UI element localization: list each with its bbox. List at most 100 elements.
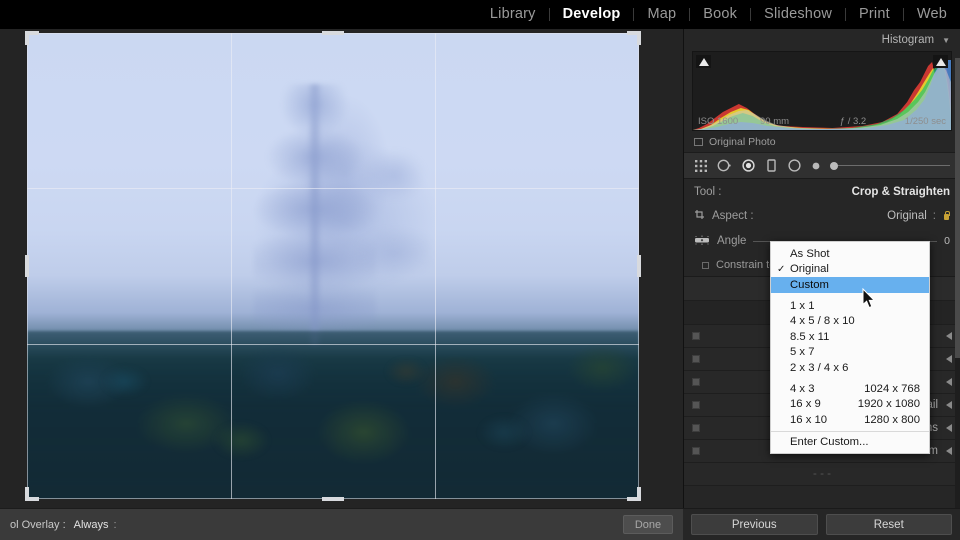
menu-item-label: Enter Custom... <box>790 436 869 449</box>
crop-handle-left-middle[interactable] <box>25 255 29 277</box>
crop-handle-bottom-left[interactable] <box>25 487 29 501</box>
menu-item-enter-custom[interactable]: Enter Custom... <box>771 435 929 451</box>
radial-filter-icon[interactable] <box>787 158 802 173</box>
tool-size-slider[interactable] <box>830 162 950 170</box>
menu-item-label: 16 x 10 <box>790 413 828 426</box>
chevron-left-icon[interactable] <box>946 355 952 363</box>
tool-row: Tool : Crop & Straighten <box>684 179 960 204</box>
tool-value[interactable]: Crop & Straighten <box>852 186 950 198</box>
panel-section[interactable]: - - - <box>684 463 960 486</box>
bottom-right-buttons: Previous Reset <box>683 508 960 540</box>
panel-switch-icon[interactable] <box>692 401 700 409</box>
panel-switch-icon[interactable] <box>692 378 700 386</box>
menu-item-label: 2 x 3 / 4 x 6 <box>790 361 849 374</box>
previous-button[interactable]: Previous <box>691 514 818 535</box>
module-web[interactable]: Web <box>904 0 960 29</box>
menu-item-dimensions: 1920 x 1080 <box>857 398 920 411</box>
module-book[interactable]: Book <box>690 0 750 29</box>
menu-item-label: Custom <box>790 278 829 291</box>
tool-strip <box>684 153 960 179</box>
angle-value[interactable]: 0 <box>944 235 950 247</box>
crop-handle-top-center[interactable] <box>322 31 344 35</box>
exif-shutter-speed: 1/250 sec <box>904 115 946 127</box>
chevron-left-icon[interactable] <box>946 378 952 386</box>
redeye-tool-icon[interactable] <box>741 158 756 173</box>
aspect-icon <box>694 209 706 224</box>
check-icon: ✓ <box>777 263 786 275</box>
module-print[interactable]: Print <box>846 0 903 29</box>
tool-overlay-value[interactable]: Always <box>74 519 109 531</box>
level-icon <box>694 234 710 249</box>
reset-button[interactable]: Reset <box>825 514 952 535</box>
panel-switch-icon[interactable] <box>692 424 700 432</box>
tree-subject-secondary <box>357 135 431 332</box>
chevron-left-icon[interactable] <box>946 424 952 432</box>
menu-separator <box>771 430 929 432</box>
menu-item-label: 1 x 1 <box>790 299 815 312</box>
module-map[interactable]: Map <box>634 0 689 29</box>
menu-item-label: 8.5 x 11 <box>790 330 830 343</box>
graduated-filter-icon[interactable] <box>765 158 778 173</box>
crop-handle-top-right[interactable] <box>637 31 641 45</box>
chevron-left-icon[interactable] <box>946 332 952 340</box>
photo-preview <box>27 33 639 499</box>
aspect-value[interactable]: Original <box>887 210 927 222</box>
menu-item-4x5-8x10[interactable]: 4 x 5 / 8 x 10 <box>771 313 929 329</box>
menu-item-5x7[interactable]: 5 x 7 <box>771 345 929 361</box>
menu-item-16x9[interactable]: 16 x 9 1920 x 1080 <box>771 396 929 412</box>
exif-focal-length: 90 mm <box>760 115 790 127</box>
module-develop[interactable]: Develop <box>550 0 634 29</box>
panel-switch-icon[interactable] <box>692 355 700 363</box>
histogram-title: Histogram <box>881 34 935 46</box>
checkbox-icon[interactable] <box>702 261 709 269</box>
adjustment-brush-icon[interactable] <box>811 161 821 171</box>
menu-item-2x3-4x6[interactable]: 2 x 3 / 4 x 6 <box>771 360 929 376</box>
menu-item-4x3[interactable]: 4 x 3 1024 x 768 <box>771 381 929 397</box>
crop-overlay-area[interactable] <box>25 31 641 501</box>
panel-switch-icon[interactable] <box>692 447 700 455</box>
spot-removal-icon[interactable] <box>717 158 732 173</box>
exif-readout: ISO 1600 90 mm ƒ / 3.2 1/250 sec <box>693 114 951 128</box>
crop-handle-bottom-right[interactable] <box>637 487 641 501</box>
tool-label: Tool : <box>694 185 722 198</box>
crop-handle-right-middle[interactable] <box>637 255 641 277</box>
menu-item-16x10[interactable]: 16 x 10 1280 x 800 <box>771 412 929 428</box>
menu-item-custom[interactable]: Custom <box>771 277 929 293</box>
panel-switch-icon[interactable] <box>692 332 700 340</box>
chevron-down-icon[interactable]: ▼ <box>942 36 950 45</box>
menu-item-1x1[interactable]: 1 x 1 <box>771 298 929 314</box>
done-button[interactable]: Done <box>623 515 673 534</box>
menu-item-label: 5 x 7 <box>790 346 815 359</box>
highlight-clipping-indicator[interactable] <box>933 55 948 68</box>
crop-tool-icon[interactable] <box>694 159 708 173</box>
chevron-left-icon[interactable] <box>946 447 952 455</box>
module-library[interactable]: Library <box>477 0 549 29</box>
aspect-dropdown-menu[interactable]: As Shot ✓ Original Custom 1 x 1 4 x 5 / … <box>770 241 930 455</box>
exif-iso: ISO 1600 <box>698 115 739 127</box>
slider-knob[interactable] <box>830 162 838 170</box>
menu-item-label: 16 x 9 <box>790 398 821 411</box>
shadow-clipping-indicator[interactable] <box>696 55 711 68</box>
lightroom-window: Library Develop Map Book Slideshow Print… <box>0 0 960 540</box>
original-photo-toggle[interactable]: Original Photo <box>684 131 960 153</box>
mouse-cursor-icon <box>862 288 876 309</box>
module-slideshow[interactable]: Slideshow <box>751 0 845 29</box>
crop-handle-bottom-center[interactable] <box>322 497 344 501</box>
menu-item-label: As Shot <box>790 247 830 260</box>
panel-scrollbar[interactable] <box>955 58 960 537</box>
menu-item-original[interactable]: ✓ Original <box>771 262 929 278</box>
histogram-header[interactable]: Histogram ▼ <box>684 29 960 51</box>
menu-item-label: 4 x 5 / 8 x 10 <box>790 315 855 328</box>
chevron-left-icon[interactable] <box>946 401 952 409</box>
scrollbar-thumb[interactable] <box>955 58 960 358</box>
lock-icon[interactable] <box>942 211 950 221</box>
crop-handle-top-left[interactable] <box>25 31 29 45</box>
aspect-label: Aspect : <box>712 210 754 222</box>
histogram-chart[interactable]: ISO 1600 90 mm ƒ / 3.2 1/250 sec <box>692 51 952 131</box>
panel-label: - - - <box>813 468 831 480</box>
menu-item-8.5x11[interactable]: 8.5 x 11 <box>771 329 929 345</box>
module-bar: Library Develop Map Book Slideshow Print… <box>0 0 960 29</box>
aspect-row[interactable]: Aspect : Original : <box>684 204 960 228</box>
checkbox-icon[interactable] <box>694 137 703 146</box>
menu-item-as-shot[interactable]: As Shot <box>771 246 929 262</box>
